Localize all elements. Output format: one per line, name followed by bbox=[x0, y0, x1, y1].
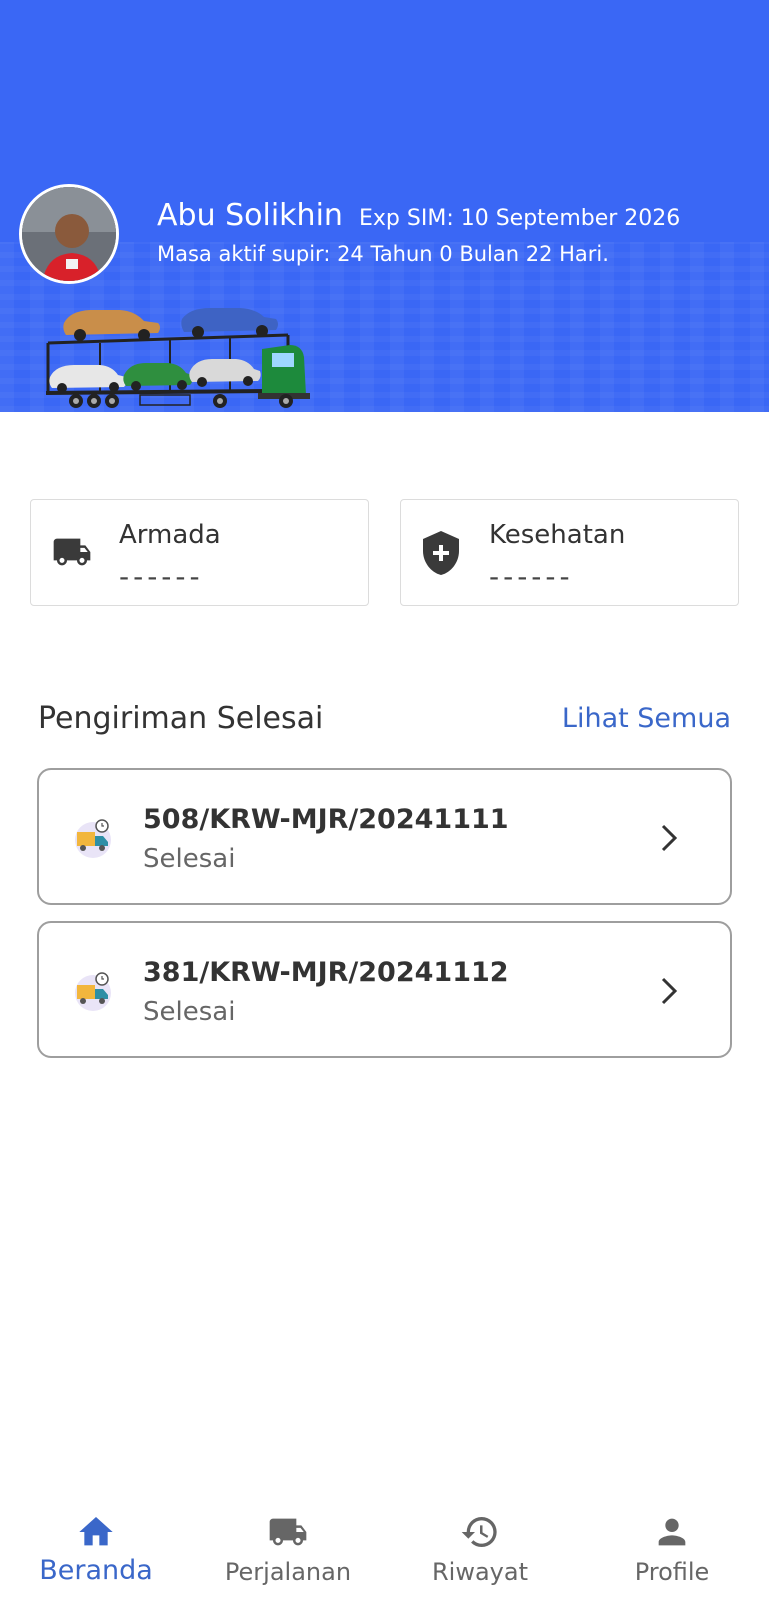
delivery-icon bbox=[75, 972, 111, 1011]
home-icon bbox=[79, 1517, 113, 1546]
nav-riwayat[interactable]: Riwayat bbox=[384, 1500, 576, 1600]
armada-title: Armada bbox=[119, 520, 221, 550]
car-carrier-truck-illustration bbox=[45, 308, 310, 408]
kesehatan-card[interactable]: Kesehatan ------ bbox=[400, 499, 739, 606]
bottom-navigation: Beranda Perjalanan Riwayat Profile bbox=[0, 1500, 769, 1600]
nav-perjalanan[interactable]: Perjalanan bbox=[192, 1500, 384, 1600]
delivery-status: Selesai bbox=[143, 997, 236, 1027]
nav-label: Profile bbox=[634, 1558, 710, 1586]
shield-plus-icon bbox=[423, 531, 459, 575]
delivery-icon bbox=[75, 819, 111, 858]
delivery-status: Selesai bbox=[143, 844, 236, 874]
profile-header: Abu Solikhin Exp SIM: 10 September 2026 … bbox=[0, 0, 769, 412]
chevron-right-icon bbox=[661, 824, 678, 852]
list-item[interactable]: 381/KRW-MJR/20241112 Selesai bbox=[37, 921, 732, 1058]
nav-beranda[interactable]: Beranda bbox=[0, 1500, 192, 1600]
nav-label: Perjalanan bbox=[224, 1558, 352, 1586]
license-expiry: Exp SIM: 10 September 2026 bbox=[359, 206, 681, 231]
kesehatan-title: Kesehatan bbox=[489, 520, 626, 550]
delivery-code: 508/KRW-MJR/20241111 bbox=[143, 804, 509, 835]
armada-card[interactable]: Armada ------ bbox=[30, 499, 369, 606]
nav-profile[interactable]: Profile bbox=[576, 1500, 768, 1600]
person-icon bbox=[658, 1518, 686, 1546]
chevron-right-icon bbox=[661, 977, 678, 1005]
nav-label: Riwayat bbox=[432, 1558, 528, 1586]
nav-label: Beranda bbox=[39, 1555, 153, 1586]
armada-value: ------ bbox=[119, 560, 204, 593]
list-item[interactable]: 508/KRW-MJR/20241111 Selesai bbox=[37, 768, 732, 905]
active-duration: Masa aktif supir: 24 Tahun 0 Bulan 22 Ha… bbox=[157, 242, 609, 266]
truck-icon bbox=[53, 538, 91, 566]
section-title: Pengiriman Selesai bbox=[38, 701, 324, 736]
driver-name: Abu Solikhin bbox=[157, 198, 343, 233]
see-all-link[interactable]: Lihat Semua bbox=[562, 703, 731, 734]
truck-icon bbox=[269, 1518, 307, 1546]
history-icon bbox=[461, 1517, 497, 1547]
kesehatan-value: ------ bbox=[489, 560, 574, 593]
delivery-code: 381/KRW-MJR/20241112 bbox=[143, 957, 509, 988]
avatar[interactable] bbox=[19, 184, 119, 284]
